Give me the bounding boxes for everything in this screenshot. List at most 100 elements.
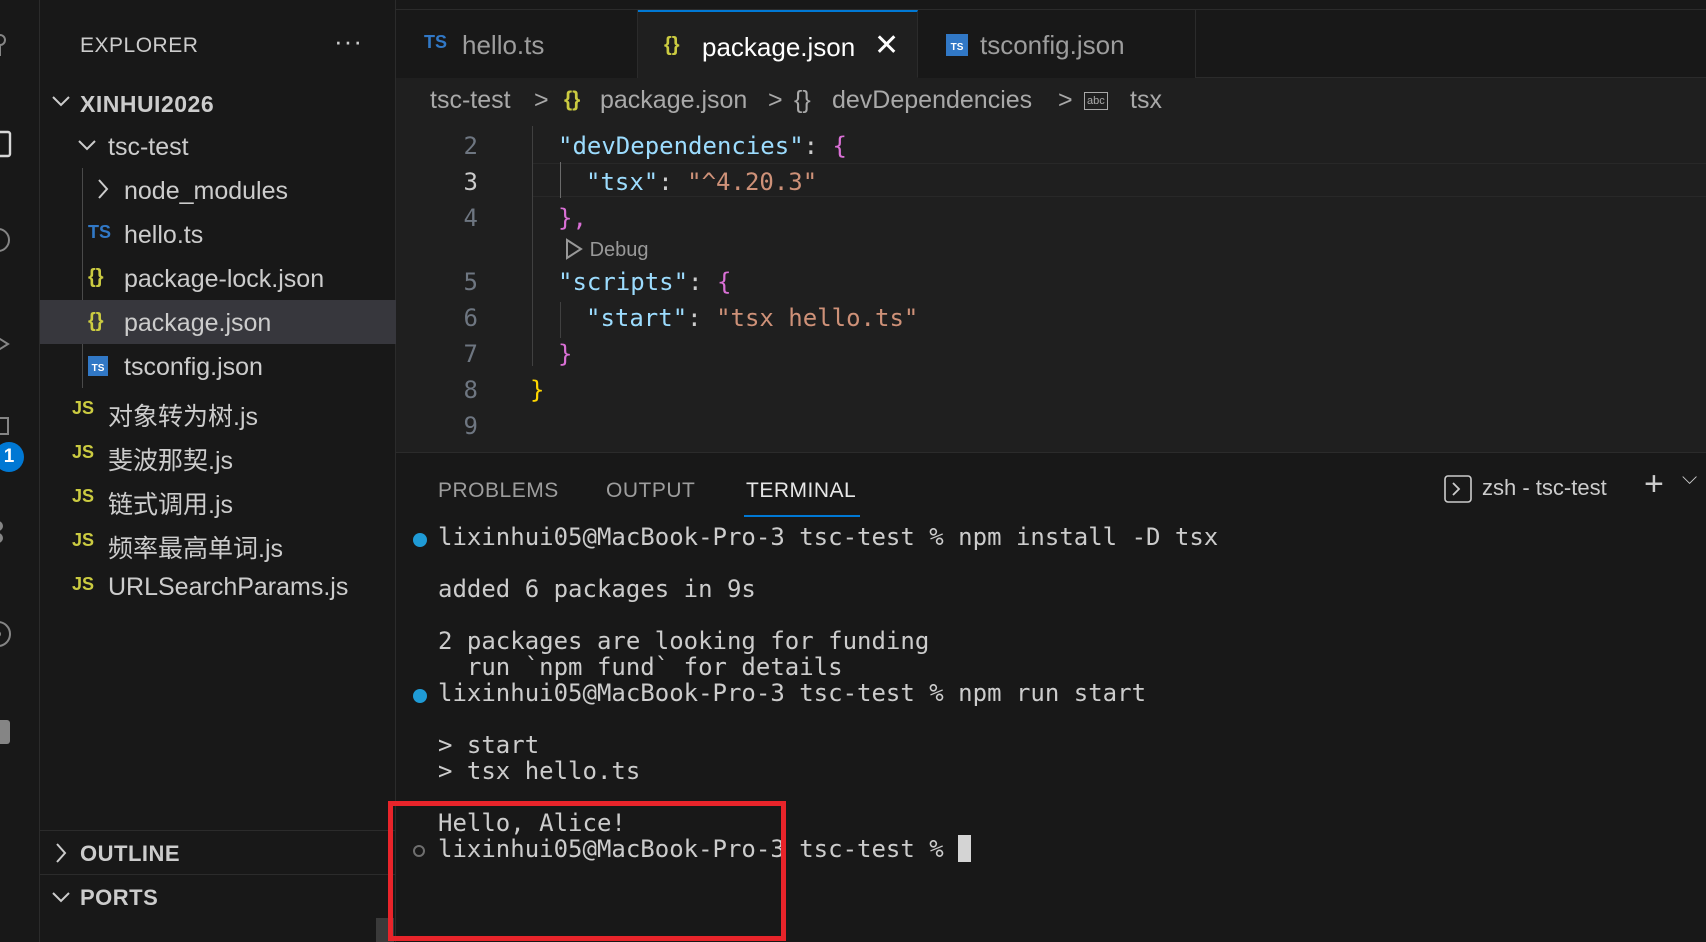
command-success-dot-icon (413, 689, 427, 703)
json-brace: } (558, 340, 573, 368)
breadcrumb-file[interactable]: package.json (600, 86, 747, 115)
json-colon: : (658, 168, 688, 196)
bottom-panel: PROBLEMS OUTPUT TERMINAL zsh - tsc-test … (388, 452, 1706, 942)
chevron-down-icon[interactable]: ⌵ (1682, 467, 1697, 490)
breadcrumb-separator-icon: > (1058, 86, 1073, 114)
tree-item-label: URLSearchParams.js (108, 573, 349, 601)
breadcrumb-leaf[interactable]: tsx (1130, 86, 1162, 115)
tree-item-hello-ts[interactable]: TS hello.ts (40, 212, 396, 256)
json-string: "^4.20.3" (687, 168, 818, 196)
close-icon[interactable]: ✕ (874, 28, 899, 63)
breadcrumb: tsc-test > {} package.json > {} devDepen… (396, 80, 1706, 124)
tab-problems[interactable]: PROBLEMS (438, 479, 559, 503)
indent-guide (532, 126, 533, 366)
tree-root-xinhui2026[interactable]: XINHUI2026 (40, 80, 396, 124)
tree-item-label: 斐波那契.js (108, 447, 234, 475)
breadcrumb-separator-icon: > (534, 86, 549, 114)
tree-item-node-modules[interactable]: node_modules (40, 168, 396, 212)
line-number: 3 (463, 168, 478, 196)
tree-folder-tsc-test[interactable]: tsc-test (40, 124, 396, 168)
line-number: 2 (463, 132, 478, 160)
tsconfig-file-icon: TS (88, 356, 108, 376)
json-file-icon: {} (564, 88, 581, 111)
more-icon[interactable] (0, 812, 14, 840)
terminal-icon[interactable] (0, 718, 14, 746)
code-editor[interactable]: 2 3 4 5 6 7 8 9 "devDependencies": { "ts… (396, 126, 1706, 452)
javascript-file-icon: JS (72, 442, 95, 462)
json-key: "tsx" (586, 168, 659, 196)
chevron-down-icon (52, 892, 70, 903)
breadcrumb-object[interactable]: devDependencies (832, 86, 1032, 115)
tab-terminal[interactable]: TERMINAL (746, 479, 856, 503)
terminal-shell-name[interactable]: zsh - tsc-test (1482, 475, 1607, 501)
ports-section-header[interactable]: PORTS (40, 874, 396, 918)
json-file-icon: {} (88, 266, 104, 288)
code-line: }, (558, 204, 587, 232)
terminal-line: 2 packages are looking for funding (438, 627, 930, 655)
tab-label: hello.ts (462, 30, 545, 60)
active-indent-guide (560, 162, 561, 198)
javascript-file-icon: JS (72, 530, 95, 550)
javascript-file-icon: JS (72, 486, 95, 506)
json-colon: : (803, 132, 833, 160)
accounts-icon[interactable] (0, 520, 14, 548)
more-actions-button[interactable]: ··· (334, 26, 363, 57)
json-file-icon: {} (664, 34, 680, 56)
terminal-line: > start (438, 731, 540, 759)
active-tab-indicator (744, 515, 860, 517)
run-debug-icon[interactable] (0, 330, 14, 358)
terminal-line: run `npm fund` for details (438, 653, 843, 681)
outline-section-header[interactable]: OUTLINE (40, 830, 396, 874)
notification-badge: 1 (0, 442, 24, 472)
source-control-icon[interactable] (0, 32, 14, 60)
tree-item-js-file[interactable]: JS 频率最高单词.js (40, 520, 396, 564)
tab-tsconfig-json[interactable]: TS tsconfig.json (918, 10, 1196, 78)
tree-item-js-file[interactable]: JS 链式调用.js (40, 476, 396, 520)
indent-guide (560, 302, 561, 338)
tab-package-json[interactable]: {} package.json ✕ (638, 10, 918, 78)
tree-item-label: package-lock.json (124, 265, 325, 293)
tree-item-package-lock-json[interactable]: {} package-lock.json (40, 256, 396, 300)
highlight-annotation-box (388, 801, 786, 941)
code-line: "tsx": "^4.20.3" (586, 168, 817, 196)
typescript-file-icon: TS (88, 222, 112, 242)
tab-output[interactable]: OUTPUT (606, 479, 695, 503)
breadcrumb-separator-icon: > (768, 86, 783, 114)
search-icon[interactable] (0, 228, 14, 256)
explorer-icon[interactable] (0, 130, 14, 158)
typescript-file-icon: TS (424, 32, 448, 52)
line-number: 6 (463, 304, 478, 332)
json-colon: : (687, 304, 717, 332)
line-number: 7 (463, 340, 478, 368)
line-number: 4 (463, 204, 478, 232)
json-brace: } (530, 376, 545, 404)
remote-icon[interactable] (0, 620, 14, 648)
debug-codelens[interactable]: Debug (564, 238, 649, 262)
terminal-line: lixinhui05@MacBook-Pro-3 tsc-test % npm … (438, 523, 1219, 551)
tree-item-js-file[interactable]: JS URLSearchParams.js (40, 564, 396, 608)
add-terminal-icon[interactable]: + (1644, 465, 1664, 504)
outline-label: OUTLINE (80, 841, 181, 866)
json-brace: { (716, 268, 732, 296)
terminal-line: added 6 packages in 9s (438, 575, 756, 603)
editor-tab-bar: TS hello.ts {} package.json ✕ TS tsconfi… (396, 10, 1706, 78)
code-line: } (530, 376, 544, 404)
tree-item-js-file[interactable]: JS 对象转为树.js (40, 388, 396, 432)
terminal-line: lixinhui05@MacBook-Pro-3 tsc-test % npm … (438, 679, 1147, 707)
extensions-icon[interactable] (0, 414, 14, 442)
json-file-icon: {} (88, 310, 104, 332)
activity-bar: 1 (0, 0, 40, 942)
line-number: 9 (463, 412, 478, 440)
breadcrumb-folder[interactable]: tsc-test (430, 86, 511, 115)
tree-item-label: 对象转为树.js (108, 403, 259, 431)
tree-item-package-json[interactable]: {} package.json (40, 300, 396, 344)
tree-item-tsconfig-json[interactable]: TS tsconfig.json (40, 344, 396, 388)
chevron-right-icon (56, 843, 67, 863)
object-icon: {} (794, 86, 811, 114)
tree-item-label: hello.ts (124, 221, 204, 249)
tab-hello-ts[interactable]: TS hello.ts (396, 10, 638, 78)
string-value-icon: abc (1084, 92, 1108, 110)
json-colon: : (688, 268, 717, 296)
tree-item-js-file[interactable]: JS 斐波那契.js (40, 432, 396, 476)
tree-item-label: 链式调用.js (108, 491, 234, 519)
